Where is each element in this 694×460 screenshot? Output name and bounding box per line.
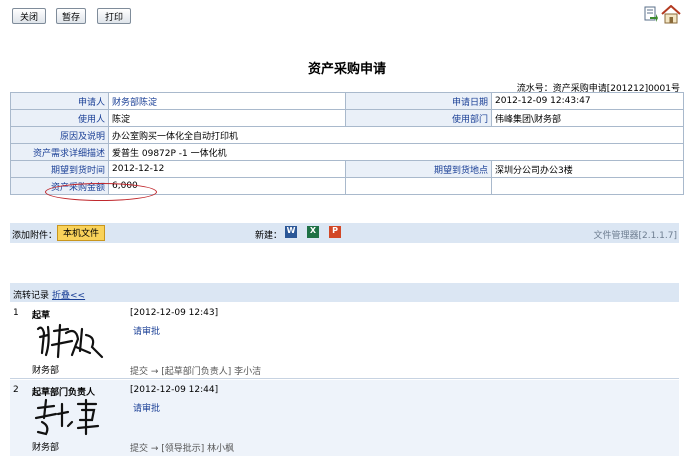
applicant-label: 申请人: [10, 92, 109, 110]
flow-title: 流转记录: [13, 291, 50, 301]
attachment-label: 添加附件：: [12, 231, 58, 241]
close-button[interactable]: 关闭: [12, 8, 46, 24]
ppt-icon[interactable]: P: [329, 226, 341, 238]
page-title: 资产采购申请: [307, 62, 386, 77]
reason-value: 办公室购买一体化全自动打印机: [108, 126, 684, 144]
expected-place-value: 深圳分公司办公3楼: [491, 160, 684, 178]
dept-label: 使用部门: [345, 109, 492, 127]
record-number: 2: [13, 385, 19, 395]
record-submit: 提交 → [起草部门负责人] 李小洁: [130, 367, 262, 377]
home-icon[interactable]: [661, 4, 681, 24]
signature-image: [32, 396, 108, 438]
excel-icon[interactable]: X: [307, 226, 319, 238]
expected-time-label: 期望到货时间: [10, 160, 109, 178]
flow-header: 流转记录 折叠<<: [10, 283, 679, 302]
attachment-bar: 添加附件： 本机文件 新建： W X P 文件管理器[2.1.1.7]: [10, 223, 679, 243]
print-button[interactable]: 打印: [97, 8, 131, 24]
detail-value: 爱普生 09872P -1 一体化机: [108, 143, 684, 161]
toolbar: 关闭 暂存 打印: [0, 0, 694, 34]
detail-label: 资产需求详细描述: [10, 143, 109, 161]
applicant-value[interactable]: 财务部陈淀: [112, 98, 157, 108]
local-file-button[interactable]: 本机文件: [57, 225, 105, 241]
amount-highlight-ellipse: [45, 183, 157, 201]
flow-record: 1 起草 [2012-12-09 12:43] 请审批 财务部 提交 → [起草…: [10, 303, 679, 379]
record-submit: 提交 → [领导批示] 林小枫: [130, 444, 235, 454]
save-draft-button[interactable]: 暂存: [56, 8, 86, 24]
dept-value: 伟峰集团\财务部: [491, 109, 684, 127]
fold-link[interactable]: 折叠<<: [52, 288, 85, 301]
reason-label: 原因及说明: [10, 126, 109, 144]
new-label: 新建：: [255, 231, 283, 241]
record-time: [2012-12-09 12:43]: [130, 308, 219, 318]
expected-place-label: 期望到货地点: [345, 160, 492, 178]
apply-date-value: 2012-12-09 12:43:47: [491, 92, 684, 110]
export-icon[interactable]: [644, 6, 658, 22]
signature-image: [32, 319, 108, 361]
user-label: 使用人: [10, 109, 109, 127]
record-dept: 财务部: [32, 443, 60, 453]
apply-date-label: 申请日期: [345, 92, 492, 110]
form-table: 申请人 财务部陈淀 申请日期 2012-12-09 12:43:47 使用人 陈…: [10, 92, 684, 195]
record-approval: 请审批: [133, 404, 161, 414]
word-icon[interactable]: W: [285, 226, 297, 238]
file-manager-link[interactable]: 文件管理器[2.1.1.7]: [593, 228, 677, 241]
record-approval: 请审批: [133, 327, 161, 337]
user-value: 陈淀: [108, 109, 346, 127]
expected-time-value: 2012-12-12: [108, 160, 346, 178]
flow-record: 2 起草部门负责人 [2012-12-09 12:44] 请审批 财务部 提交 …: [10, 380, 679, 456]
record-time: [2012-12-09 12:44]: [130, 385, 219, 395]
record-number: 1: [13, 308, 19, 318]
record-dept: 财务部: [32, 366, 60, 376]
